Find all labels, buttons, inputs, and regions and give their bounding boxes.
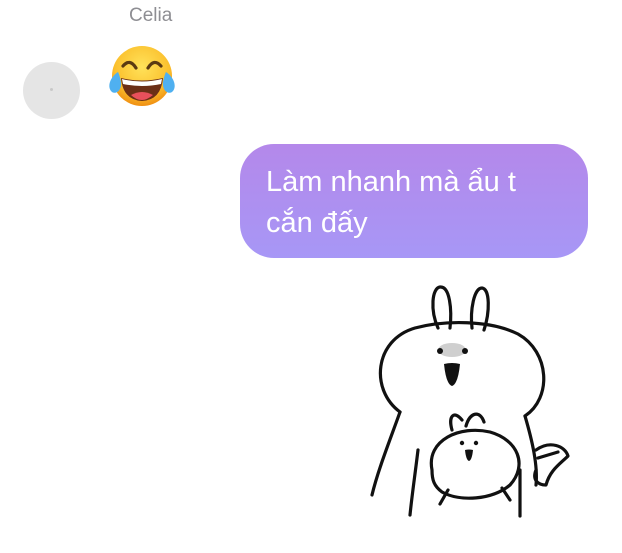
incoming-emoji-message[interactable] [107,44,177,110]
sender-name: Celia [129,5,173,26]
outgoing-message-text: Làm nhanh mà ẩu t cắn đấy [266,166,516,239]
outgoing-sticker-message[interactable] [360,280,590,525]
bunny-sticker-icon [370,285,570,518]
avatar-placeholder-dot [50,88,53,91]
face-with-tears-of-joy-icon [109,46,175,106]
avatar[interactable] [23,62,80,119]
outgoing-message-bubble[interactable]: Làm nhanh mà ẩu t cắn đấy [240,144,588,258]
